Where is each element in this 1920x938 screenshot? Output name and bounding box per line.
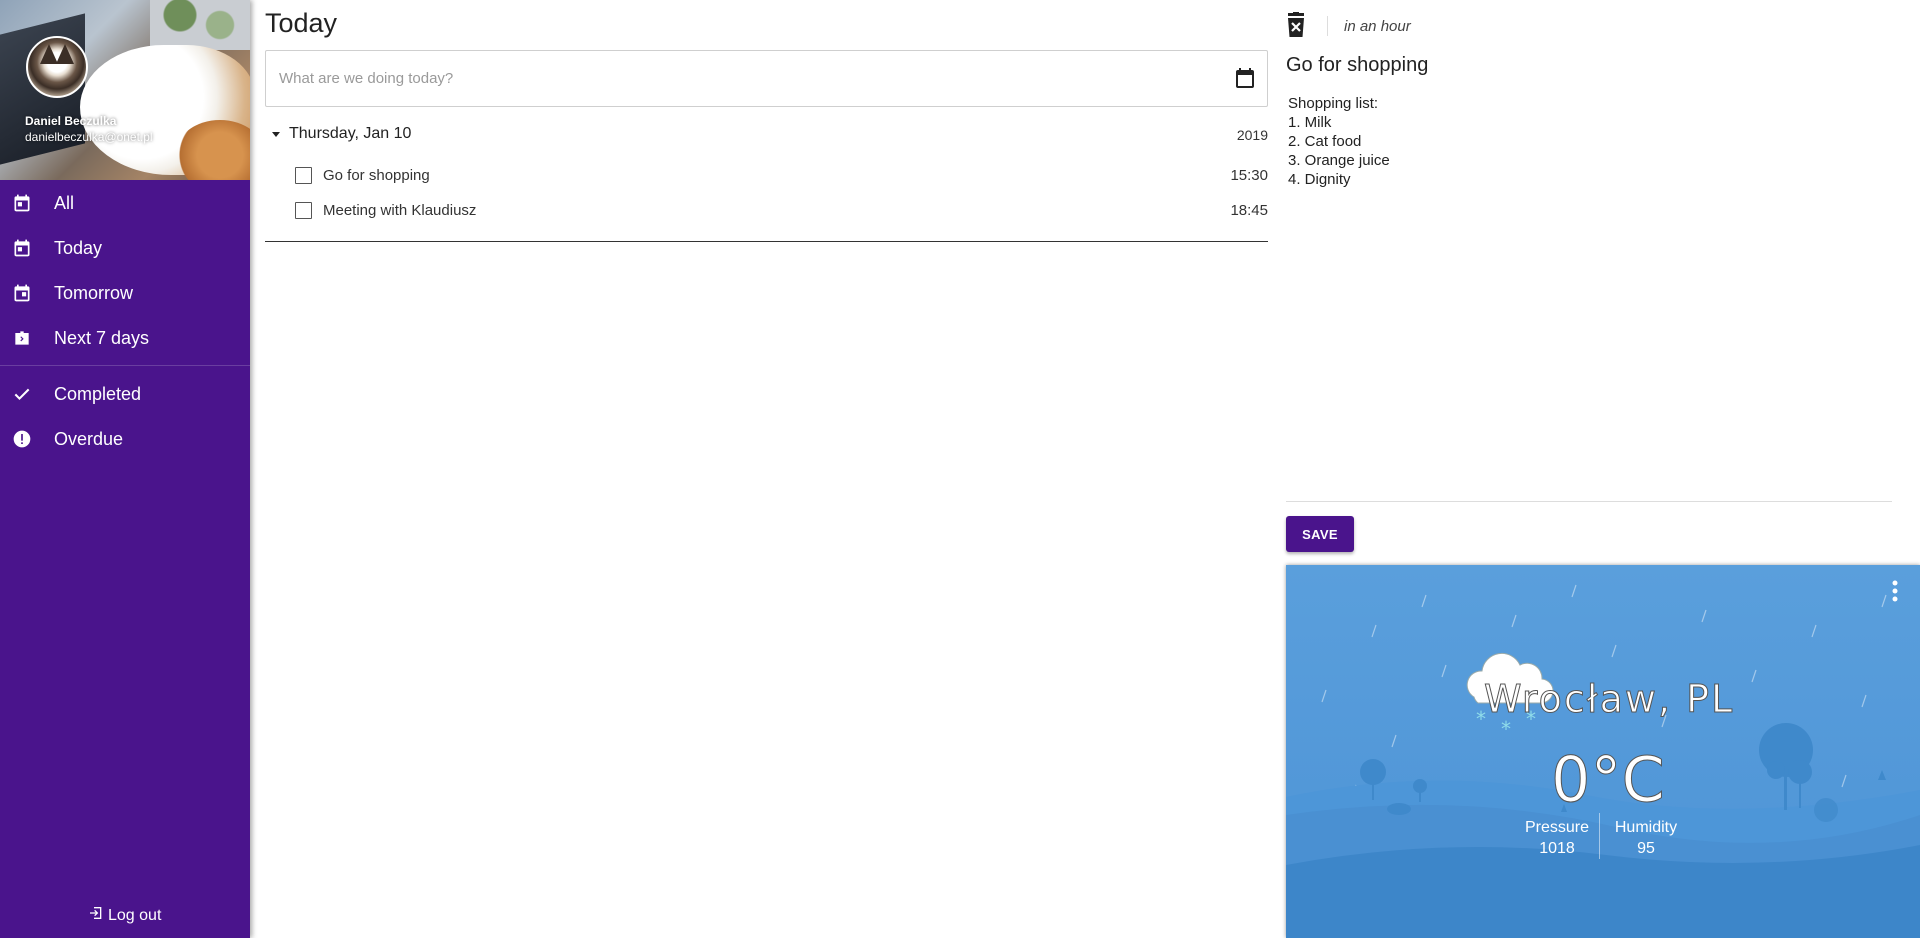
- pressure-label: Pressure: [1524, 819, 1590, 836]
- day-year: 2019: [1236, 127, 1268, 143]
- user-email: danielbeczulka@onet.pl: [25, 130, 153, 144]
- notes-line: 4. Dignity: [1288, 171, 1351, 188]
- weather-humidity: Humidity 95: [1606, 817, 1686, 859]
- logout-icon: [88, 905, 104, 926]
- alert-circle-icon: [12, 429, 32, 449]
- sidebar-item-label: Completed: [54, 383, 142, 404]
- day-label: Thursday, Jan 10: [289, 125, 412, 142]
- weather-pressure: Pressure 1018: [1517, 817, 1597, 859]
- humidity-value: 95: [1637, 840, 1655, 857]
- page-title: Today: [265, 8, 338, 38]
- weather-city: Wrocław, PL: [1483, 677, 1735, 722]
- weather-temperature: 0°C: [1551, 743, 1666, 817]
- notes-line: 2. Cat food: [1288, 133, 1362, 150]
- new-task-field: [265, 50, 1268, 107]
- date-picker-icon[interactable]: [1233, 66, 1257, 90]
- task-row[interactable]: Go for shopping 15:30: [265, 160, 1268, 190]
- list-divider: [265, 241, 1268, 242]
- detail-title[interactable]: Go for shopping: [1286, 54, 1428, 77]
- calendar-icon: [12, 193, 32, 213]
- weather-stat-divider: [1599, 813, 1600, 859]
- sidebar-item-label: Next 7 days: [54, 327, 150, 348]
- task-row[interactable]: Meeting with Klaudiusz 18:45: [265, 195, 1268, 225]
- profile-header: Daniel Beczulka danielbeczulka@onet.pl: [0, 0, 250, 180]
- sidebar-item-all[interactable]: All: [0, 183, 250, 223]
- calendar-today-icon: [12, 238, 32, 258]
- task-time: 15:30: [1230, 167, 1268, 184]
- notes-line: 1. Milk: [1288, 114, 1332, 131]
- user-name: Daniel Beczulka: [25, 114, 117, 128]
- task-checkbox[interactable]: [295, 167, 312, 184]
- profile-background: [150, 0, 250, 50]
- task-title[interactable]: Meeting with Klaudiusz: [323, 202, 476, 219]
- notes-line: 3. Orange juice: [1288, 152, 1390, 169]
- sidebar: Daniel Beczulka danielbeczulka@onet.pl A…: [0, 0, 250, 938]
- new-task-input[interactable]: [267, 52, 1227, 105]
- detail-separator: [1327, 16, 1328, 36]
- sidebar-item-today[interactable]: Today: [0, 228, 250, 268]
- sidebar-item-tomorrow[interactable]: Tomorrow: [0, 273, 250, 313]
- save-button[interactable]: SAVE: [1286, 516, 1354, 552]
- pressure-value: 1018: [1539, 840, 1575, 857]
- weather-widget: * * * Wrocław, PL 0°C Pressure 1018 Humidi…: [1286, 565, 1920, 938]
- more-vert-icon[interactable]: [1890, 579, 1900, 603]
- calendar-week-icon: [12, 328, 32, 348]
- delete-task-icon[interactable]: [1285, 12, 1307, 38]
- sidebar-item-completed[interactable]: Completed: [0, 374, 250, 414]
- humidity-label: Humidity: [1614, 819, 1678, 836]
- calendar-tomorrow-icon: [12, 283, 32, 303]
- task-time: 18:45: [1230, 202, 1268, 219]
- avatar[interactable]: [26, 36, 88, 98]
- caret-down-icon[interactable]: [270, 127, 282, 145]
- task-checkbox[interactable]: [295, 202, 312, 219]
- day-group-header[interactable]: Thursday, Jan 10 2019: [265, 123, 1268, 147]
- check-icon: [12, 384, 32, 404]
- logout-button[interactable]: Log out: [88, 905, 161, 926]
- notes-line: Shopping list:: [1288, 95, 1379, 112]
- task-title[interactable]: Go for shopping: [323, 167, 430, 184]
- sidebar-divider: [0, 365, 250, 366]
- logout-label: Log out: [108, 906, 162, 924]
- sidebar-item-label: All: [54, 192, 75, 213]
- task-notes[interactable]: Shopping list: 1. Milk 2. Cat food 3. Or…: [1288, 94, 1888, 189]
- sidebar-item-label: Overdue: [54, 428, 124, 449]
- due-label[interactable]: in an hour: [1344, 18, 1411, 35]
- sidebar-item-next-7-days[interactable]: Next 7 days: [0, 318, 250, 358]
- notes-underline: [1286, 501, 1892, 502]
- sidebar-item-label: Tomorrow: [54, 282, 134, 303]
- sidebar-item-overdue[interactable]: Overdue: [0, 419, 250, 459]
- sidebar-item-label: Today: [54, 237, 103, 258]
